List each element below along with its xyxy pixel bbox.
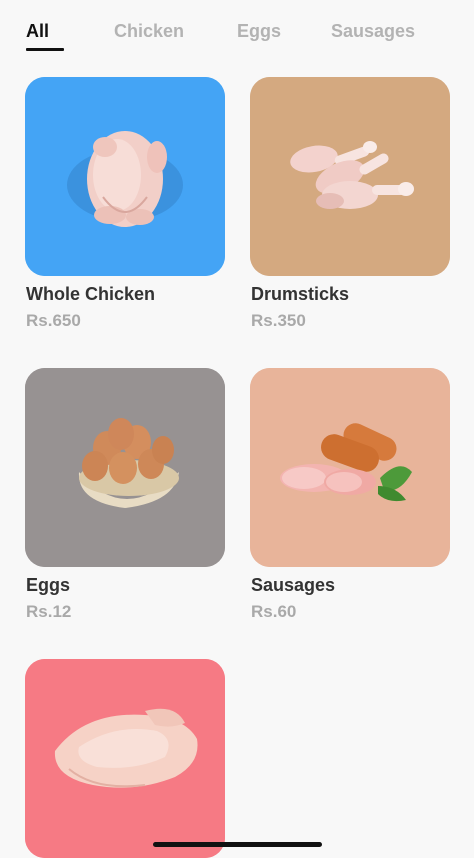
product-card-eggs[interactable]: Eggs Rs.12	[25, 368, 225, 621]
home-indicator[interactable]	[153, 842, 322, 847]
product-image[interactable]	[25, 659, 225, 858]
product-card-drumsticks[interactable]: Drumsticks Rs.350	[250, 77, 450, 330]
product-price: Rs.350	[251, 311, 306, 330]
chicken-breast-icon	[25, 659, 225, 858]
tab-chicken[interactable]: Chicken	[114, 20, 184, 42]
product-name: Drumsticks	[251, 284, 350, 304]
product-image[interactable]	[250, 368, 450, 567]
active-tab-indicator	[26, 48, 64, 51]
whole-chicken-icon	[25, 77, 225, 276]
product-image[interactable]	[25, 368, 225, 567]
product-price: Rs.60	[251, 602, 297, 621]
product-name: Whole Chicken	[26, 284, 156, 304]
product-price: Rs.12	[26, 602, 72, 621]
app-screen: All Chicken Eggs Sausages Whole Chicken …	[0, 0, 474, 858]
product-price: Rs.650	[26, 311, 81, 330]
product-card-sausages[interactable]: Sausages Rs.60	[250, 368, 450, 621]
product-card-whole-chicken[interactable]: Whole Chicken Rs.650	[25, 77, 225, 330]
drumsticks-icon	[250, 77, 450, 276]
eggs-basket-icon	[25, 368, 225, 567]
product-card-chicken-breast[interactable]	[25, 659, 225, 858]
product-name: Sausages	[251, 575, 336, 595]
category-tabs: All Chicken Eggs Sausages	[0, 0, 474, 56]
sausages-icon	[250, 368, 450, 567]
tab-eggs[interactable]: Eggs	[237, 20, 281, 42]
product-image[interactable]	[25, 77, 225, 276]
product-name: Eggs	[26, 575, 71, 595]
tab-sausages[interactable]: Sausages	[331, 20, 415, 42]
product-image[interactable]	[250, 77, 450, 276]
tab-all[interactable]: All	[26, 20, 49, 42]
